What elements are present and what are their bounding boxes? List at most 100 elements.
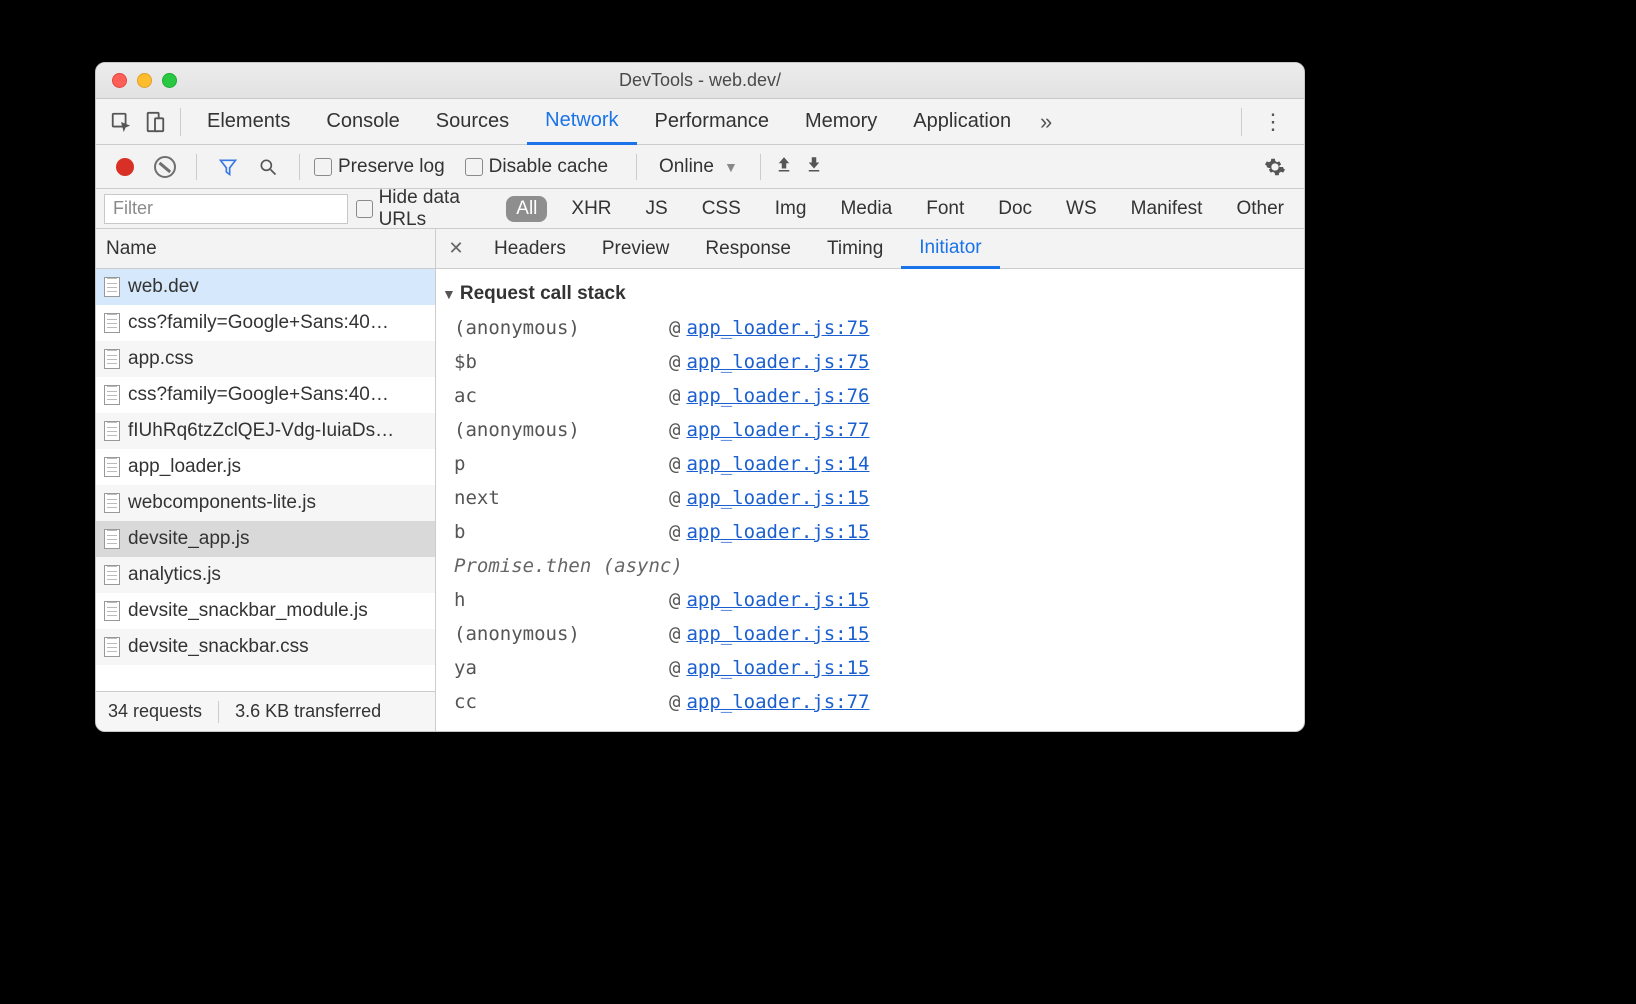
request-row[interactable]: devsite_snackbar_module.js bbox=[96, 593, 435, 629]
checkbox-icon bbox=[356, 200, 372, 218]
tab-network[interactable]: Network bbox=[527, 99, 636, 145]
network-settings-icon[interactable] bbox=[1258, 150, 1292, 184]
at-symbol: @ bbox=[669, 487, 680, 509]
stack-frame: h@app_loader.js:15 bbox=[440, 583, 1290, 617]
detail-tab-timing[interactable]: Timing bbox=[809, 229, 901, 269]
request-row[interactable]: webcomponents-lite.js bbox=[96, 485, 435, 521]
request-row[interactable]: web.dev bbox=[96, 269, 435, 305]
divider bbox=[180, 108, 181, 136]
upload-har-icon[interactable] bbox=[775, 155, 793, 178]
at-symbol: @ bbox=[669, 623, 680, 645]
divider bbox=[196, 154, 197, 180]
tab-memory[interactable]: Memory bbox=[787, 99, 895, 145]
filter-type-js[interactable]: JS bbox=[636, 196, 678, 222]
close-window-button[interactable] bbox=[112, 73, 127, 88]
tab-sources[interactable]: Sources bbox=[418, 99, 527, 145]
filter-type-font[interactable]: Font bbox=[916, 196, 974, 222]
request-row[interactable]: devsite_snackbar.css bbox=[96, 629, 435, 665]
detail-tab-preview[interactable]: Preview bbox=[584, 229, 688, 269]
stack-source-link[interactable]: app_loader.js:75 bbox=[686, 351, 869, 373]
disable-cache-checkbox[interactable]: Disable cache bbox=[465, 156, 608, 178]
stack-source-link[interactable]: app_loader.js:15 bbox=[686, 589, 869, 611]
request-row[interactable]: app_loader.js bbox=[96, 449, 435, 485]
tab-elements[interactable]: Elements bbox=[189, 99, 308, 145]
detail-tab-headers[interactable]: Headers bbox=[476, 229, 584, 269]
tab-console[interactable]: Console bbox=[308, 99, 417, 145]
filter-type-xhr[interactable]: XHR bbox=[561, 196, 621, 222]
stack-source-link[interactable]: app_loader.js:76 bbox=[686, 385, 869, 407]
request-name: analytics.js bbox=[128, 564, 221, 586]
request-name: devsite_snackbar_module.js bbox=[128, 600, 368, 622]
at-symbol: @ bbox=[669, 317, 680, 339]
filter-type-img[interactable]: Img bbox=[765, 196, 817, 222]
settings-menu-icon[interactable]: ⋮ bbox=[1250, 109, 1296, 135]
stack-function: p bbox=[454, 453, 669, 475]
stack-source-link[interactable]: app_loader.js:14 bbox=[686, 453, 869, 475]
request-row[interactable]: analytics.js bbox=[96, 557, 435, 593]
at-symbol: @ bbox=[669, 589, 680, 611]
stack-frame: next@app_loader.js:15 bbox=[440, 481, 1290, 515]
request-row[interactable]: css?family=Google+Sans:40… bbox=[96, 377, 435, 413]
hide-data-urls-checkbox[interactable]: Hide data URLs bbox=[356, 187, 498, 231]
filter-input[interactable]: Filter bbox=[104, 194, 348, 224]
stack-function: cc bbox=[454, 691, 669, 713]
section-header[interactable]: ▼ Request call stack bbox=[442, 283, 1290, 305]
detail-tab-initiator[interactable]: Initiator bbox=[901, 229, 999, 269]
at-symbol: @ bbox=[669, 521, 680, 543]
stack-source-link[interactable]: app_loader.js:77 bbox=[686, 691, 869, 713]
stack-frame: (anonymous)@app_loader.js:15 bbox=[440, 617, 1290, 651]
file-icon bbox=[104, 349, 120, 369]
request-row[interactable]: devsite_app.js bbox=[96, 521, 435, 557]
detail-tab-response[interactable]: Response bbox=[687, 229, 809, 269]
stack-function: b bbox=[454, 521, 669, 543]
stack-source-link[interactable]: app_loader.js:75 bbox=[686, 317, 869, 339]
download-har-icon[interactable] bbox=[805, 155, 823, 178]
filter-icon[interactable] bbox=[211, 150, 245, 184]
file-icon bbox=[104, 493, 120, 513]
filter-bar: Filter Hide data URLs All XHR JS CSS Img Medi… bbox=[96, 189, 1304, 229]
filter-type-all[interactable]: All bbox=[506, 196, 547, 222]
request-name: fIUhRq6tzZclQEJ-Vdg-IuiaDs… bbox=[128, 420, 394, 442]
request-row[interactable]: css?family=Google+Sans:40… bbox=[96, 305, 435, 341]
request-row[interactable]: app.css bbox=[96, 341, 435, 377]
file-icon bbox=[104, 637, 120, 657]
record-button[interactable] bbox=[108, 150, 142, 184]
close-detail-icon[interactable]: ✕ bbox=[436, 238, 476, 259]
filter-type-other[interactable]: Other bbox=[1226, 196, 1294, 222]
stack-frame: b@ app_loader.js:15 bbox=[440, 515, 1290, 549]
stack-source-link[interactable]: app_loader.js:77 bbox=[686, 419, 869, 441]
detail-tabs: ✕ HeadersPreviewResponseTimingInitiator bbox=[436, 229, 1304, 269]
checkbox-icon bbox=[465, 158, 483, 176]
file-icon bbox=[104, 277, 120, 297]
stack-source-link[interactable]: app_loader.js:15 bbox=[686, 521, 869, 543]
inspect-element-icon[interactable] bbox=[104, 105, 138, 139]
filter-type-css[interactable]: CSS bbox=[692, 196, 751, 222]
tab-performance[interactable]: Performance bbox=[637, 99, 788, 145]
clear-button[interactable] bbox=[148, 150, 182, 184]
zoom-window-button[interactable] bbox=[162, 73, 177, 88]
request-row[interactable]: fIUhRq6tzZclQEJ-Vdg-IuiaDs… bbox=[96, 413, 435, 449]
stack-source-link[interactable]: app_loader.js:15 bbox=[686, 657, 869, 679]
preserve-log-checkbox[interactable]: Preserve log bbox=[314, 156, 445, 178]
device-toolbar-icon[interactable] bbox=[138, 105, 172, 139]
at-symbol: @ bbox=[669, 385, 680, 407]
devtools-window: DevTools - web.dev/ ElementsConsoleSourc… bbox=[95, 62, 1305, 732]
stack-source-link[interactable]: app_loader.js:15 bbox=[686, 487, 869, 509]
divider bbox=[1241, 108, 1242, 136]
throttling-select[interactable]: Online ▼ bbox=[651, 156, 746, 178]
request-name: devsite_app.js bbox=[128, 528, 249, 550]
column-header-name[interactable]: Name bbox=[96, 229, 435, 269]
stack-function: (anonymous) bbox=[454, 419, 669, 441]
search-icon[interactable] bbox=[251, 150, 285, 184]
stack-source-link[interactable]: app_loader.js:15 bbox=[686, 623, 869, 645]
minimize-window-button[interactable] bbox=[137, 73, 152, 88]
filter-type-ws[interactable]: WS bbox=[1056, 196, 1107, 222]
request-detail-pane: ✕ HeadersPreviewResponseTimingInitiator … bbox=[436, 229, 1304, 731]
tab-application[interactable]: Application bbox=[895, 99, 1029, 145]
filter-type-doc[interactable]: Doc bbox=[988, 196, 1042, 222]
filter-type-manifest[interactable]: Manifest bbox=[1121, 196, 1213, 222]
more-tabs-icon[interactable]: » bbox=[1029, 105, 1063, 139]
filter-type-media[interactable]: Media bbox=[830, 196, 902, 222]
call-stack: (anonymous)@app_loader.js:75$b@app_loade… bbox=[440, 311, 1290, 549]
stack-frame: p@app_loader.js:14 bbox=[440, 447, 1290, 481]
